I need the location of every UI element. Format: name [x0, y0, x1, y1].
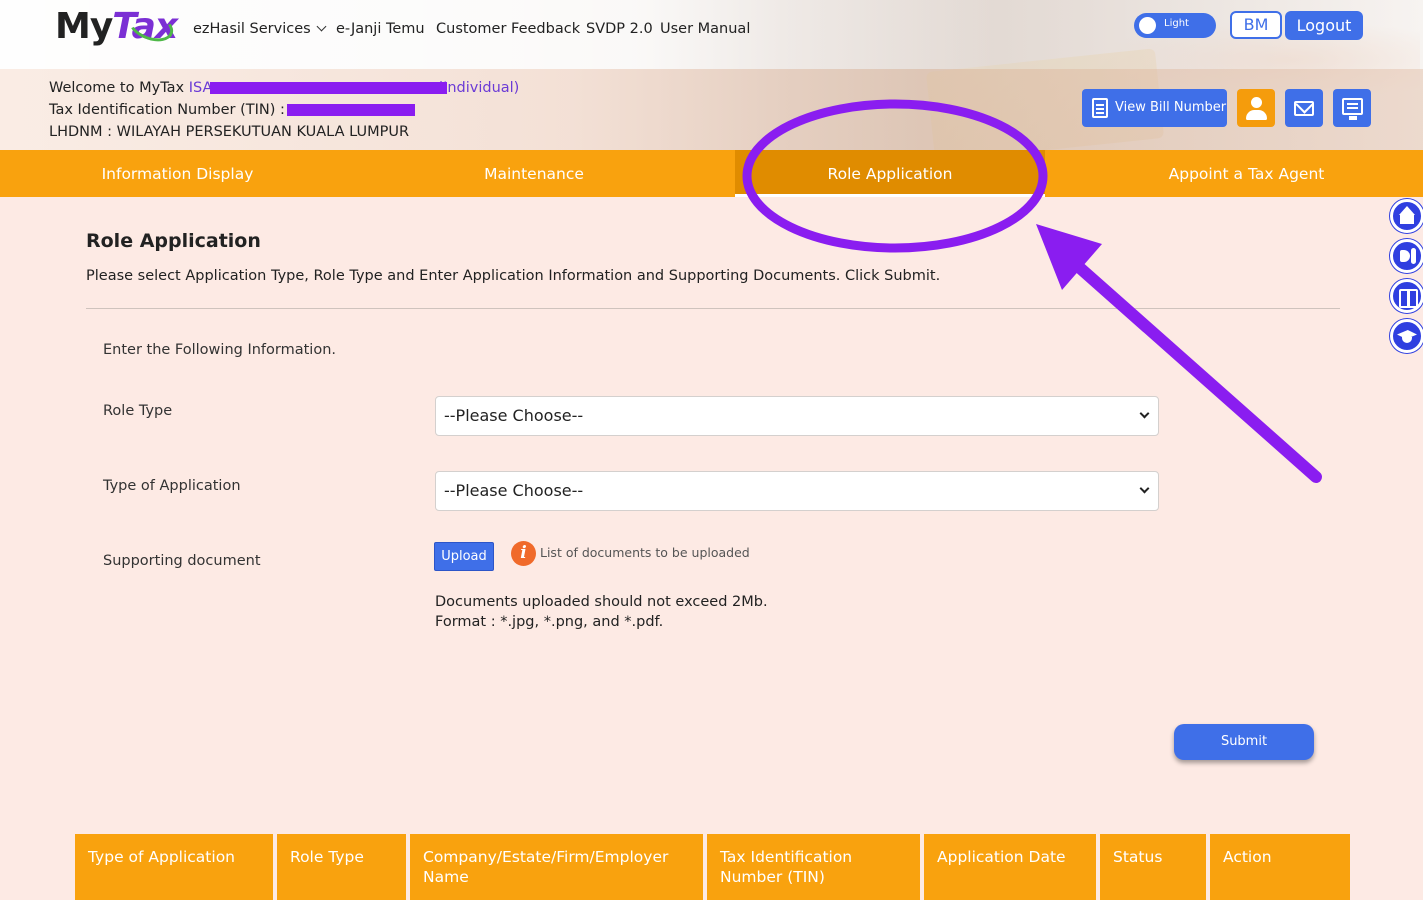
upload-size-note: Documents uploaded should not exceed 2Mb… — [435, 594, 768, 610]
role-type-label: Role Type — [103, 403, 173, 419]
table-header-role-type: Role Type — [277, 834, 406, 900]
application-type-select[interactable]: --Please Choose-- — [435, 471, 1159, 511]
tin-redaction-mark — [287, 104, 415, 116]
bill-icon — [1092, 98, 1108, 118]
table-header-company-name: Company/Estate/Firm/Employer Name — [410, 834, 703, 900]
instructions-text: Please select Application Type, Role Typ… — [86, 268, 941, 284]
upload-button[interactable]: Upload — [434, 542, 494, 571]
tab-information-display[interactable]: Information Display — [0, 150, 355, 197]
chevron-down-icon — [1139, 483, 1150, 494]
document-list-link[interactable]: List of documents to be uploaded — [540, 545, 750, 560]
info-icon[interactable]: i — [511, 541, 536, 566]
mail-button[interactable] — [1285, 89, 1323, 127]
nav-customer-feedback[interactable]: Customer Feedback — [436, 21, 580, 37]
main-tab-bar: Information Display Maintenance Role App… — [0, 150, 1423, 197]
form-intro-text: Enter the Following Information. — [103, 342, 336, 358]
table-header-tin: Tax Identification Number (TIN) — [707, 834, 920, 900]
mail-icon — [1294, 101, 1314, 116]
theme-toggle-label: Light — [1164, 18, 1189, 29]
tin-label: Tax Identification Number (TIN) : — [49, 102, 285, 118]
tab-maintenance[interactable]: Maintenance — [355, 150, 713, 197]
tax-form-button[interactable] — [1333, 89, 1371, 127]
logo-text-my: My — [55, 6, 113, 47]
table-header-status: Status — [1100, 834, 1206, 900]
lhdnm-branch: LHDNM : WILAYAH PERSEKUTUAN KUALA LUMPUR — [49, 124, 410, 140]
annotation-arrow-head — [1036, 224, 1102, 290]
book-icon[interactable] — [1390, 279, 1423, 313]
name-redaction-mark — [210, 82, 447, 94]
tax-form-icon — [1342, 98, 1363, 120]
user-icon-body — [1246, 110, 1267, 120]
view-bill-number-button[interactable]: View Bill Number — [1082, 89, 1227, 127]
view-bill-number-label: View Bill Number — [1115, 100, 1227, 115]
graduation-cap-icon[interactable] — [1390, 319, 1423, 353]
tin-line: Tax Identification Number (TIN) : — [49, 102, 285, 118]
role-type-select[interactable]: --Please Choose-- — [435, 396, 1159, 436]
table-header-application-date: Application Date — [924, 834, 1096, 900]
tab-appoint-tax-agent[interactable]: Appoint a Tax Agent — [1070, 150, 1423, 197]
user-name-start: ISA — [188, 80, 213, 96]
announcement-icon[interactable] — [1390, 239, 1423, 273]
nav-e-janji-temu[interactable]: e-Janji Temu — [336, 21, 425, 37]
tab-role-application[interactable]: Role Application — [735, 150, 1045, 197]
nav-user-manual[interactable]: User Manual — [660, 21, 750, 37]
table-header-action: Action — [1210, 834, 1350, 900]
page-title: Role Application — [86, 230, 261, 252]
application-type-label: Type of Application — [103, 478, 241, 494]
nav-ezhasil-services[interactable]: ezHasil Services — [193, 21, 327, 37]
application-type-selected-value: --Please Choose-- — [444, 481, 584, 500]
welcome-prefix: Welcome to MyTax — [49, 80, 189, 96]
profile-button[interactable] — [1237, 89, 1275, 127]
home-icon[interactable] — [1390, 199, 1423, 233]
chevron-down-icon — [1139, 408, 1150, 419]
role-type-selected-value: --Please Choose-- — [444, 406, 584, 425]
section-divider — [86, 308, 1340, 309]
chevron-down-icon — [316, 21, 327, 32]
nav-svdp[interactable]: SVDP 2.0 — [586, 21, 653, 37]
language-bm-button[interactable]: BM — [1230, 11, 1282, 39]
submit-button[interactable]: Submit — [1174, 724, 1314, 760]
theme-toggle[interactable]: Light — [1134, 13, 1216, 38]
table-header-application-type: Type of Application — [75, 834, 273, 900]
annotation-arrow-shaft — [1074, 262, 1322, 483]
nav-ezhasil-services-label: ezHasil Services — [193, 21, 311, 37]
user-icon — [1251, 97, 1262, 108]
supporting-document-label: Supporting document — [103, 553, 261, 569]
user-type: (Individual) — [437, 80, 520, 96]
toggle-knob — [1139, 17, 1156, 34]
logout-button[interactable]: Logout — [1285, 11, 1363, 40]
upload-format-note: Format : *.jpg, *.png, and *.pdf. — [435, 614, 664, 630]
